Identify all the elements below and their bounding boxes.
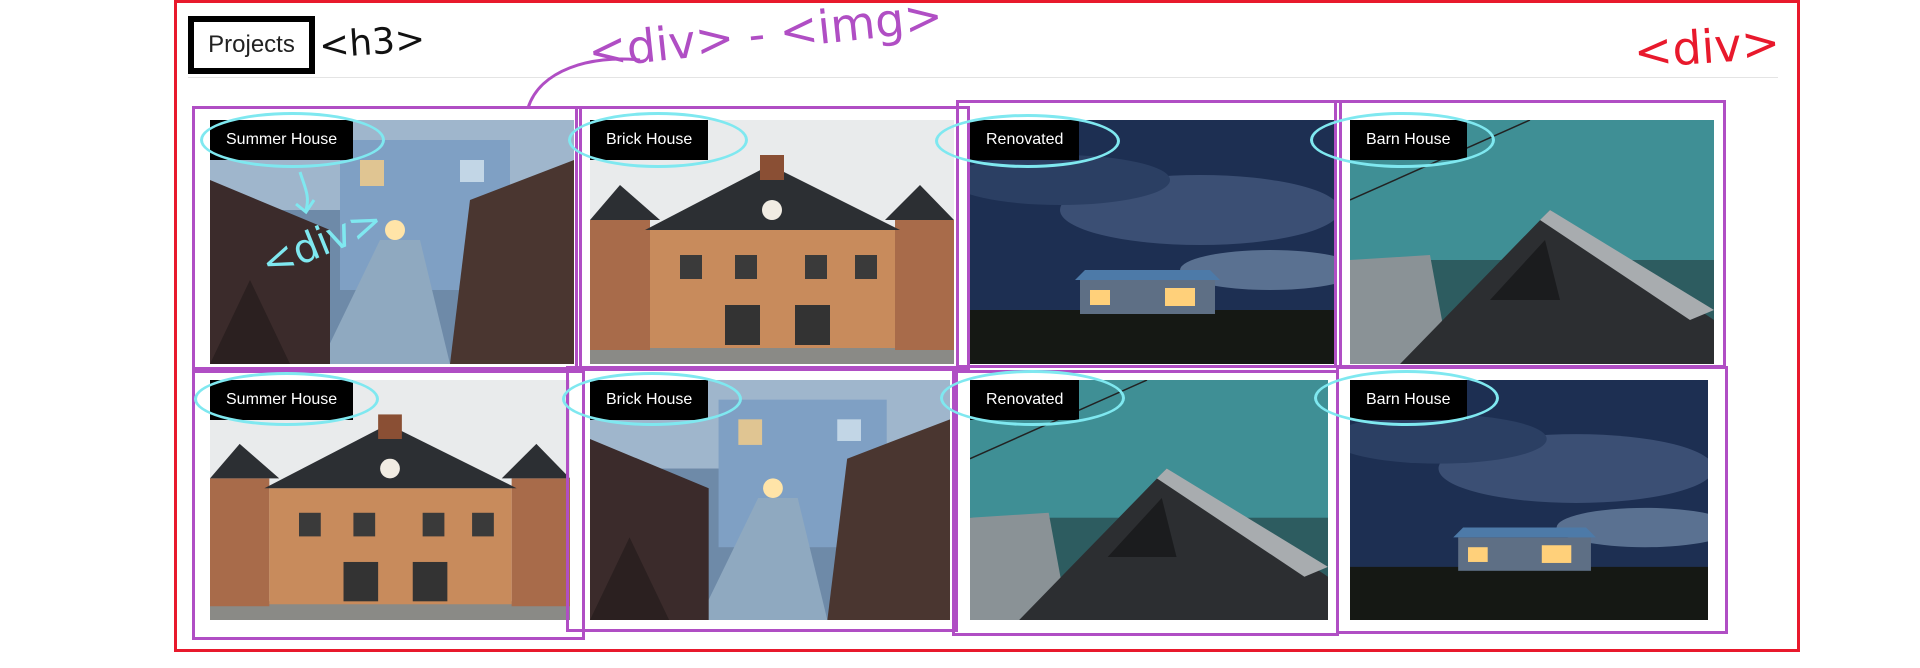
project-label: Brick House	[590, 120, 709, 160]
project-card-2[interactable]: Brick House	[590, 120, 954, 364]
project-label: Summer House	[210, 120, 354, 160]
page-title: Projects	[208, 31, 295, 58]
project-card-7[interactable]: Renovated	[970, 380, 1328, 620]
project-label: Renovated	[970, 380, 1080, 420]
heading-annotation-box: Projects	[188, 16, 315, 74]
project-card-6[interactable]: Brick House	[590, 380, 950, 620]
project-label: Barn House	[1350, 380, 1467, 420]
project-label: Renovated	[970, 120, 1080, 160]
project-label: Summer House	[210, 380, 354, 420]
project-card-5[interactable]: Summer House	[210, 380, 570, 620]
project-label: Brick House	[590, 380, 709, 420]
project-label: Barn House	[1350, 120, 1467, 160]
project-card-8[interactable]: Barn House	[1350, 380, 1708, 620]
heading-divider	[188, 77, 1778, 78]
project-card-1[interactable]: Summer House	[210, 120, 574, 364]
project-card-4[interactable]: Barn House	[1350, 120, 1714, 364]
project-card-3[interactable]: Renovated	[970, 120, 1334, 364]
